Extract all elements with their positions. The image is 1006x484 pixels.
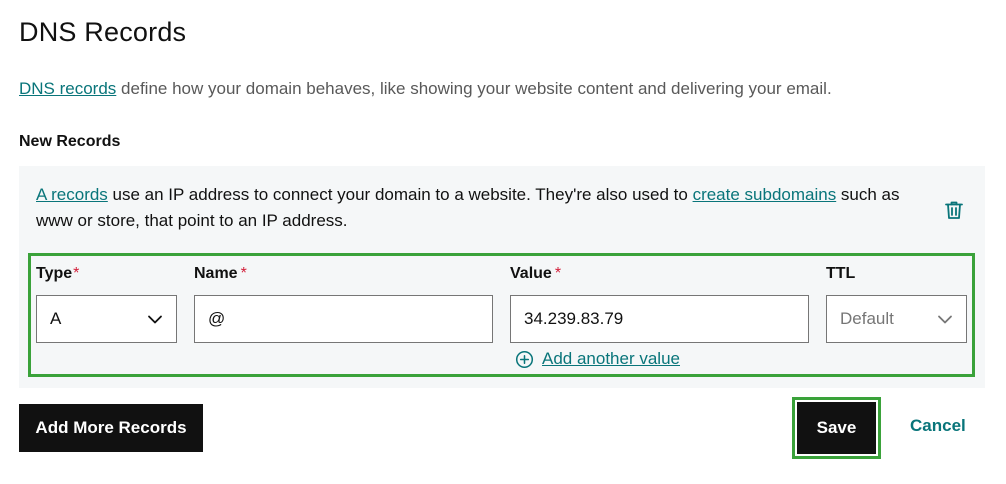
required-marker: * xyxy=(73,265,80,282)
delete-record-button[interactable] xyxy=(943,199,965,221)
type-select[interactable]: A xyxy=(36,295,177,343)
ttl-select[interactable]: Default xyxy=(826,295,967,343)
save-button[interactable]: Save xyxy=(797,402,876,454)
name-input[interactable]: @ xyxy=(194,295,493,343)
required-marker: * xyxy=(554,265,562,282)
add-another-value-label: Add another value xyxy=(542,349,680,368)
add-more-records-button[interactable]: Add More Records xyxy=(19,404,203,452)
record-panel: A records use an IP address to connect y… xyxy=(19,166,985,388)
dns-records-link[interactable]: DNS records xyxy=(19,79,116,98)
chevron-down-icon xyxy=(938,315,952,324)
cancel-button[interactable]: Cancel xyxy=(910,416,966,436)
intro-description: define how your domain behaves, like sho… xyxy=(116,79,832,98)
type-select-value: A xyxy=(50,309,62,328)
new-records-label: New Records xyxy=(19,133,121,150)
value-input-value: 34.239.83.79 xyxy=(524,309,624,328)
required-marker: * xyxy=(240,265,247,282)
add-another-value-button[interactable]: Add another value xyxy=(515,349,680,369)
plus-circle-icon xyxy=(515,350,534,368)
page-title: DNS Records xyxy=(19,17,187,47)
type-label: Type* xyxy=(36,265,80,282)
create-subdomains-link[interactable]: create subdomains xyxy=(693,185,837,204)
value-label: Value * xyxy=(510,265,562,282)
ttl-select-value: Default xyxy=(840,309,894,328)
intro-text: DNS records define how your domain behav… xyxy=(19,79,832,99)
name-input-value: @ xyxy=(208,309,226,328)
name-label: Name * xyxy=(194,265,247,282)
trash-icon xyxy=(945,201,963,219)
value-input[interactable]: 34.239.83.79 xyxy=(510,295,809,343)
ttl-label: TTL xyxy=(826,265,856,282)
a-records-link[interactable]: A records xyxy=(36,185,108,204)
record-desc-text-1: use an IP address to connect your domain… xyxy=(107,185,693,204)
record-fields-row: Type* Name * Value * TTL A @ 34.239.83.79 … xyxy=(28,253,975,377)
chevron-down-icon xyxy=(148,315,162,324)
record-description: A records use an IP address to connect y… xyxy=(36,182,936,234)
